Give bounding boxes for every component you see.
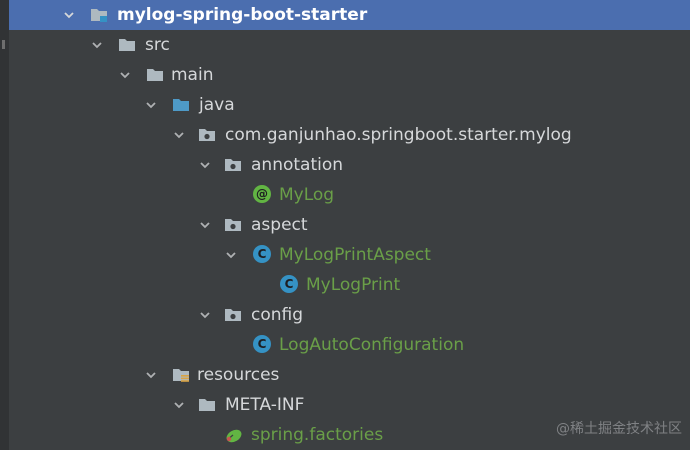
tree-node-label: spring.factories xyxy=(251,425,384,445)
tree-node-resources[interactable]: resources xyxy=(9,360,690,390)
tree-node-mylog[interactable]: @ MyLog xyxy=(9,180,690,210)
annotation-icon: @ xyxy=(253,185,273,205)
tree-node-label: main xyxy=(171,65,214,85)
chevron-down-icon[interactable] xyxy=(143,367,159,383)
folder-icon xyxy=(117,35,137,55)
chevron-down-icon[interactable] xyxy=(143,97,159,113)
package-icon xyxy=(223,155,243,175)
tree-node-mylog-print[interactable]: C MyLogPrint xyxy=(9,270,690,300)
tree-node-label: config xyxy=(251,305,304,325)
left-gutter xyxy=(0,0,9,450)
resources-root-folder-icon xyxy=(171,365,191,385)
chevron-down-icon[interactable] xyxy=(197,217,213,233)
tree-node-config[interactable]: config xyxy=(9,300,690,330)
tree-node-label: annotation xyxy=(251,155,344,175)
tree-node-label: mylog-spring-boot-starter xyxy=(117,5,368,25)
tree-node-mylog-print-aspect[interactable]: C MyLogPrintAspect xyxy=(9,240,690,270)
package-icon xyxy=(223,215,243,235)
source-root-folder-icon xyxy=(171,95,191,115)
tree-node-label: src xyxy=(145,35,170,55)
chevron-down-icon[interactable] xyxy=(61,7,77,23)
tree-node-label: MyLog xyxy=(279,185,335,205)
tree-node-log-auto-configuration[interactable]: C LogAutoConfiguration xyxy=(9,330,690,360)
class-badge: C xyxy=(253,245,271,263)
chevron-down-icon[interactable] xyxy=(171,397,187,413)
tree-node-label: MyLogPrintAspect xyxy=(279,245,431,265)
folder-icon xyxy=(145,65,165,85)
tree-node-src[interactable]: src xyxy=(9,30,690,60)
gutter-marker xyxy=(2,40,5,49)
chevron-down-icon[interactable] xyxy=(197,157,213,173)
tree-node-java[interactable]: java xyxy=(9,90,690,120)
class-icon: C xyxy=(280,275,300,295)
tree-node-label: com.ganjunhao.springboot.starter.mylog xyxy=(225,125,572,145)
tree-node-label: resources xyxy=(197,365,280,385)
tree-node-main[interactable]: main xyxy=(9,60,690,90)
class-icon: C xyxy=(253,335,273,355)
tree-node-label: java xyxy=(199,95,235,115)
project-tree: mylog-spring-boot-starter src main java xyxy=(9,0,690,450)
chevron-down-icon[interactable] xyxy=(223,247,239,263)
chevron-down-icon[interactable] xyxy=(89,37,105,53)
class-icon: C xyxy=(253,245,273,265)
chevron-down-icon[interactable] xyxy=(117,67,133,83)
tree-node-label: MyLogPrint xyxy=(306,275,401,295)
tree-node-root[interactable]: mylog-spring-boot-starter xyxy=(9,0,690,30)
package-icon xyxy=(197,125,217,145)
tree-node-aspect[interactable]: aspect xyxy=(9,210,690,240)
spring-leaf-icon xyxy=(223,425,243,445)
package-icon xyxy=(223,305,243,325)
chevron-down-icon[interactable] xyxy=(171,127,187,143)
tree-node-label: LogAutoConfiguration xyxy=(279,335,465,355)
tree-node-meta-inf[interactable]: META-INF xyxy=(9,390,690,420)
tree-node-annotation[interactable]: annotation xyxy=(9,150,690,180)
module-folder-icon xyxy=(89,5,109,25)
tree-node-label: META-INF xyxy=(225,395,305,415)
annotation-badge: @ xyxy=(253,185,271,203)
class-badge: C xyxy=(253,335,271,353)
chevron-down-icon[interactable] xyxy=(197,307,213,323)
tree-node-package[interactable]: com.ganjunhao.springboot.starter.mylog xyxy=(9,120,690,150)
watermark: @稀土掘金技术社区 xyxy=(556,421,682,437)
tree-node-label: aspect xyxy=(251,215,308,235)
class-badge: C xyxy=(280,275,298,293)
folder-icon xyxy=(197,395,217,415)
